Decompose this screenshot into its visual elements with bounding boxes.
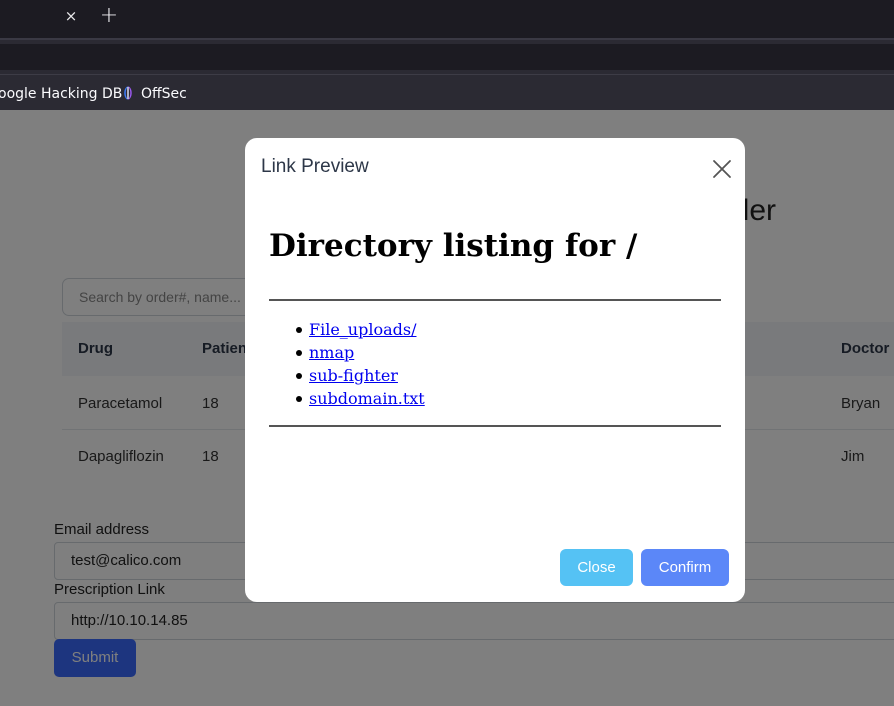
modal-title: Link Preview bbox=[261, 156, 369, 177]
close-button[interactable]: Close bbox=[560, 549, 633, 586]
close-icon[interactable] bbox=[709, 156, 735, 182]
list-item: nmap bbox=[296, 341, 425, 364]
directory-list: File_uploads/ nmap sub-fighter subdomain… bbox=[296, 318, 425, 410]
divider bbox=[269, 299, 721, 301]
bookmarks-bar: oogle Hacking DB OffSec bbox=[0, 74, 894, 110]
directory-link[interactable]: sub-fighter bbox=[309, 366, 398, 385]
list-item: sub-fighter bbox=[296, 364, 425, 387]
tab-close-icon[interactable]: × bbox=[62, 6, 80, 26]
bookmark-google-hacking-db[interactable]: oogle Hacking DB bbox=[0, 75, 122, 111]
list-item: File_uploads/ bbox=[296, 318, 425, 341]
link-preview-modal: Link Preview Directory listing for / Fil… bbox=[245, 138, 745, 602]
directory-heading: Directory listing for / bbox=[269, 228, 638, 264]
browser-tab-bar: × + bbox=[0, 0, 894, 38]
offsec-icon bbox=[124, 86, 132, 100]
bookmark-offsec[interactable]: OffSec bbox=[120, 75, 187, 111]
url-bar[interactable] bbox=[0, 44, 894, 70]
bookmark-label: OffSec bbox=[141, 86, 187, 102]
browser-toolbar bbox=[0, 38, 894, 74]
bookmark-label: oogle Hacking DB bbox=[0, 86, 123, 102]
directory-link[interactable]: subdomain.txt bbox=[309, 389, 425, 408]
divider bbox=[269, 425, 721, 427]
list-item: subdomain.txt bbox=[296, 387, 425, 410]
directory-link[interactable]: nmap bbox=[309, 343, 354, 362]
directory-link[interactable]: File_uploads/ bbox=[309, 320, 416, 339]
link-preview-content: Directory listing for / File_uploads/ nm… bbox=[269, 228, 721, 427]
new-tab-icon[interactable]: + bbox=[98, 4, 120, 28]
confirm-button[interactable]: Confirm bbox=[641, 549, 729, 586]
